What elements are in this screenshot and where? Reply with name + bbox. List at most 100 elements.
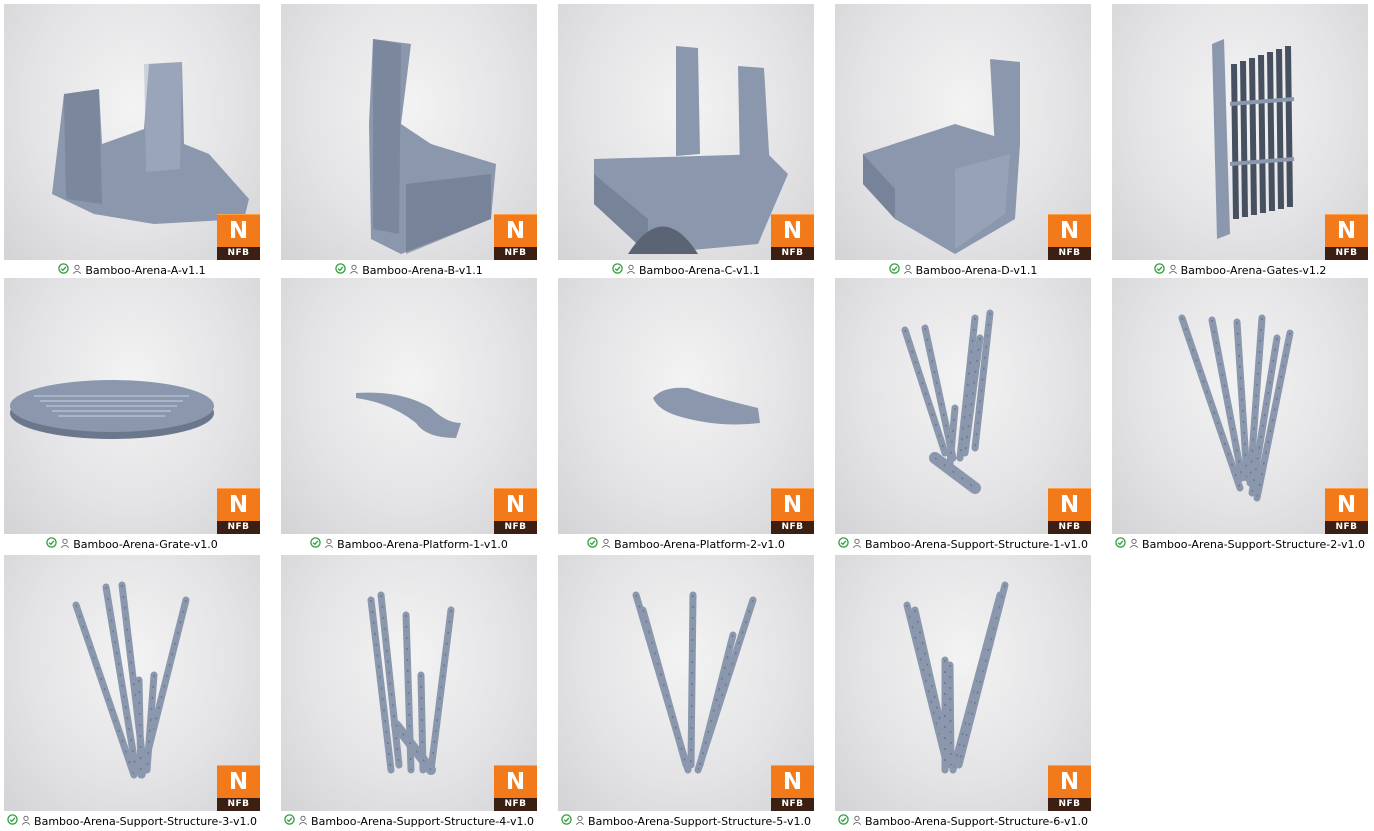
file-item[interactable]: N NFB Bamboo-Arena-B-v1.1 (281, 4, 537, 280)
file-name: Bamboo-Arena-Platform-1-v1.0 (337, 537, 508, 551)
nfb-app-icon: N NFB (217, 488, 260, 534)
sync-status-ok-icon (612, 263, 623, 277)
file-caption[interactable]: Bamboo-Arena-B-v1.1 (281, 261, 537, 279)
user-icon (852, 815, 862, 828)
file-item[interactable]: N NFB Bamboo-Arena-Support-Structure-6-v… (835, 555, 1091, 831)
file-name: Bamboo-Arena-Support-Structure-4-v1.0 (311, 814, 534, 828)
file-name: Bamboo-Arena-Platform-2-v1.0 (614, 537, 785, 551)
user-icon (575, 815, 585, 828)
file-caption[interactable]: Bamboo-Arena-Platform-1-v1.0 (281, 535, 537, 553)
file-item[interactable]: N NFB Bamboo-Arena-A-v1.1 (4, 4, 260, 280)
file-item[interactable]: N NFB Bamboo-Arena-Platform-1-v1.0 (281, 278, 537, 554)
nfb-badge-label: NFB (771, 247, 814, 260)
file-item[interactable]: N NFB Bamboo-Arena-Support-Structure-2-v… (1112, 278, 1368, 554)
nfb-badge-label: NFB (1048, 247, 1091, 260)
nfb-app-icon: N NFB (217, 765, 260, 811)
file-caption[interactable]: Bamboo-Arena-C-v1.1 (558, 261, 814, 279)
nfb-badge-letter: N (505, 218, 526, 244)
file-thumbnail[interactable]: N NFB (558, 278, 814, 534)
nfb-badge-letter: N (228, 769, 249, 795)
sync-status-ok-icon (7, 814, 18, 828)
nfb-badge-label: NFB (217, 247, 260, 260)
user-icon (60, 538, 70, 551)
file-thumbnail[interactable]: N NFB (4, 278, 260, 534)
file-thumbnail[interactable]: N NFB (558, 555, 814, 811)
nfb-badge-letter: N (782, 218, 803, 244)
file-name: Bamboo-Arena-Support-Structure-5-v1.0 (588, 814, 811, 828)
file-item[interactable]: N NFB Bamboo-Arena-Support-Structure-4-v… (281, 555, 537, 831)
nfb-app-icon: N NFB (494, 765, 537, 811)
file-name: Bamboo-Arena-A-v1.1 (85, 263, 206, 277)
file-item[interactable]: N NFB Bamboo-Arena-Support-Structure-1-v… (835, 278, 1091, 554)
file-caption[interactable]: Bamboo-Arena-Platform-2-v1.0 (558, 535, 814, 553)
file-thumbnail[interactable]: N NFB (4, 555, 260, 811)
nfb-badge-letter: N (505, 492, 526, 518)
file-thumbnail[interactable]: N NFB (835, 278, 1091, 534)
file-caption[interactable]: Bamboo-Arena-D-v1.1 (835, 261, 1091, 279)
file-name: Bamboo-Arena-Gates-v1.2 (1180, 263, 1327, 277)
nfb-app-icon: N NFB (494, 488, 537, 534)
file-thumbnail[interactable]: N NFB (281, 278, 537, 534)
file-thumbnail[interactable]: N NFB (835, 4, 1091, 260)
nfb-app-icon: N NFB (1325, 488, 1368, 534)
file-thumbnail[interactable]: N NFB (1112, 4, 1368, 260)
file-name: Bamboo-Arena-Support-Structure-6-v1.0 (865, 814, 1088, 828)
nfb-badge-label: NFB (494, 521, 537, 534)
file-item[interactable]: N NFB Bamboo-Arena-Platform-2-v1.0 (558, 278, 814, 554)
user-icon (1168, 264, 1178, 277)
nfb-app-icon: N NFB (494, 214, 537, 260)
nfb-badge-label: NFB (217, 798, 260, 811)
nfb-badge-letter: N (228, 218, 249, 244)
nfb-badge-letter: N (1336, 218, 1357, 244)
sync-status-ok-icon (58, 263, 70, 277)
file-caption[interactable]: Bamboo-Arena-Grate-v1.0 (4, 535, 260, 553)
file-item[interactable]: N NFB Bamboo-Arena-Support-Structure-5-v… (558, 555, 814, 831)
nfb-badge-label: NFB (1325, 247, 1368, 260)
file-thumbnail[interactable]: N NFB (1112, 278, 1368, 534)
file-caption[interactable]: Bamboo-Arena-Support-Structure-4-v1.0 (281, 812, 537, 830)
nfb-badge-label: NFB (1325, 521, 1368, 534)
file-caption[interactable]: Bamboo-Arena-Support-Structure-6-v1.0 (835, 812, 1091, 830)
file-thumbnail[interactable]: N NFB (281, 555, 537, 811)
file-item[interactable]: N NFB Bamboo-Arena-Grate-v1.0 (4, 278, 260, 554)
user-icon (601, 538, 611, 551)
file-caption[interactable]: Bamboo-Arena-A-v1.1 (4, 261, 260, 279)
user-icon (626, 264, 636, 277)
sync-status-ok-icon (888, 263, 900, 277)
sync-status-ok-icon (284, 814, 295, 828)
user-icon (72, 264, 82, 277)
sync-status-ok-icon (335, 263, 346, 277)
nfb-badge-letter: N (505, 769, 526, 795)
file-name: Bamboo-Arena-B-v1.1 (362, 263, 483, 277)
sync-status-ok-icon (1115, 537, 1126, 551)
user-icon (852, 538, 862, 551)
file-thumbnail[interactable]: N NFB (558, 4, 814, 260)
nfb-badge-letter: N (1059, 218, 1080, 244)
file-item[interactable]: N NFB Bamboo-Arena-D-v1.1 (835, 4, 1091, 280)
file-caption[interactable]: Bamboo-Arena-Support-Structure-5-v1.0 (558, 812, 814, 830)
nfb-badge-label: NFB (494, 798, 537, 811)
file-thumbnail[interactable]: N NFB (4, 4, 260, 260)
file-item[interactable]: N NFB Bamboo-Arena-Support-Structure-3-v… (4, 555, 260, 831)
nfb-app-icon: N NFB (217, 214, 260, 260)
sync-status-ok-icon (310, 537, 321, 551)
sync-status-ok-icon (838, 814, 849, 828)
file-thumbnail[interactable]: N NFB (281, 4, 537, 260)
sync-status-ok-icon (561, 814, 572, 828)
file-thumbnail[interactable]: N NFB (835, 555, 1091, 811)
user-icon (324, 538, 334, 551)
file-item[interactable]: N NFB Bamboo-Arena-Gates-v1.2 (1112, 4, 1368, 280)
nfb-badge-letter: N (228, 492, 249, 518)
nfb-badge-letter: N (1059, 769, 1080, 795)
file-caption[interactable]: Bamboo-Arena-Support-Structure-3-v1.0 (4, 812, 260, 830)
file-name: Bamboo-Arena-D-v1.1 (915, 263, 1038, 277)
file-caption[interactable]: Bamboo-Arena-Support-Structure-1-v1.0 (835, 535, 1091, 553)
file-caption[interactable]: Bamboo-Arena-Support-Structure-2-v1.0 (1112, 535, 1368, 553)
user-icon (298, 815, 308, 828)
nfb-badge-letter: N (1336, 492, 1357, 518)
file-caption[interactable]: Bamboo-Arena-Gates-v1.2 (1112, 261, 1368, 279)
nfb-badge-letter: N (782, 769, 803, 795)
nfb-app-icon: N NFB (771, 765, 814, 811)
user-icon (21, 815, 31, 828)
file-item[interactable]: N NFB Bamboo-Arena-C-v1.1 (558, 4, 814, 280)
